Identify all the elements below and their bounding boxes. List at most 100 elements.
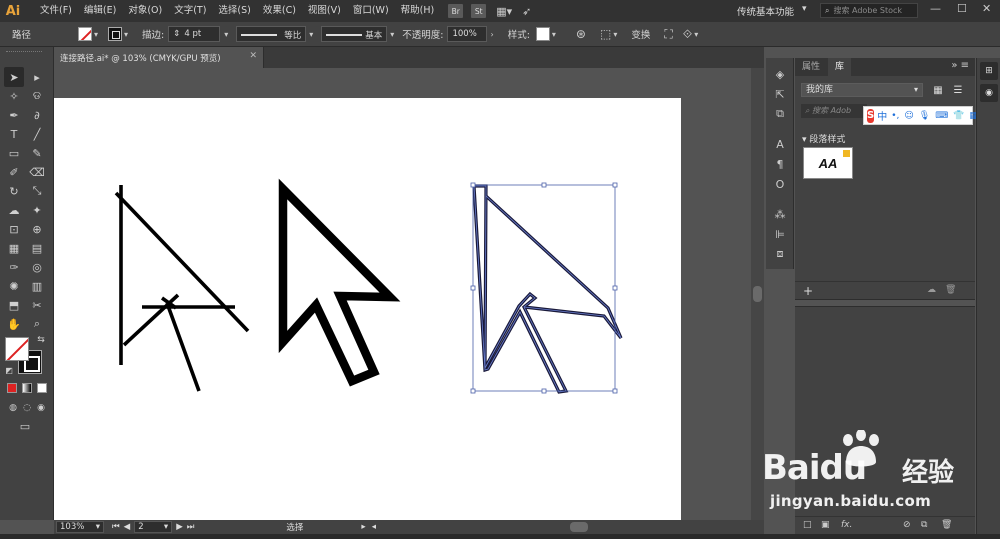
library-select[interactable]: 我的库 ▾ xyxy=(801,83,923,97)
grid-view-icon[interactable]: ▦ xyxy=(931,83,945,97)
ime-mode[interactable]: 中 xyxy=(877,108,887,123)
close-tab-icon[interactable]: ✕ xyxy=(249,51,257,61)
type-tool-icon[interactable]: T xyxy=(4,124,24,144)
opacity-label[interactable]: 不透明度: xyxy=(402,27,443,41)
workspace-switcher[interactable]: 传统基本功能 xyxy=(737,4,794,18)
chevron-down-icon[interactable]: ▾ xyxy=(224,30,228,39)
magic-wand-icon[interactable]: ✧ xyxy=(4,86,24,106)
gradient-tool-icon[interactable]: ▤ xyxy=(27,238,47,258)
brush-definition[interactable]: 基本 xyxy=(321,26,388,42)
zoom-tool-icon[interactable]: ⌕ xyxy=(27,314,47,334)
line-tool-icon[interactable]: ╱ xyxy=(27,124,47,144)
menu-view[interactable]: 视图(V) xyxy=(302,0,347,22)
warp-tool-icon[interactable]: ☁ xyxy=(4,200,24,220)
loose-path-group[interactable] xyxy=(114,185,250,392)
bbox-handle[interactable] xyxy=(541,182,547,188)
lasso-icon[interactable]: ଡ xyxy=(27,86,47,106)
transform-button[interactable]: 变换 xyxy=(631,27,650,41)
fx-icon[interactable]: fx. xyxy=(841,520,852,530)
eyedropper-icon[interactable]: ✑ xyxy=(4,257,24,277)
bbox-handle[interactable] xyxy=(470,182,476,188)
perspective-grid-icon[interactable]: ▦ xyxy=(4,238,24,258)
pathfinder-icon[interactable]: ⧈ xyxy=(770,244,790,264)
scale-tool-icon[interactable]: ⤡ xyxy=(27,181,47,201)
artboard-tool-icon[interactable]: ⬒ xyxy=(4,295,24,315)
chevron-right-icon[interactable]: ▸ xyxy=(361,522,365,532)
last-page-icon[interactable]: ⏭ xyxy=(187,522,195,532)
bbox-handle[interactable] xyxy=(612,285,618,291)
chevron-down-icon[interactable]: ▾ xyxy=(694,30,698,39)
arrange-documents-icon[interactable]: ▦▾ xyxy=(496,5,512,18)
tab-libraries[interactable]: 库 xyxy=(828,58,852,76)
add-fill-icon[interactable]: ▣ xyxy=(821,520,830,530)
puppet-warp-icon[interactable]: ✦ xyxy=(27,200,47,220)
skin-icon[interactable]: 👕 xyxy=(953,111,964,121)
shape-builder-icon[interactable]: ⊕ xyxy=(27,219,47,239)
canvas-area[interactable] xyxy=(54,68,764,520)
hand-tool-icon[interactable]: ✋ xyxy=(4,314,24,334)
symbol-sprayer-icon[interactable]: ✺ xyxy=(4,276,24,296)
opentype-icon[interactable]: O xyxy=(770,174,790,194)
artwork[interactable] xyxy=(54,68,764,520)
selected-outline-path[interactable] xyxy=(472,184,623,394)
cursor-shape-joined[interactable] xyxy=(278,178,401,387)
layers-icon[interactable]: ◈ xyxy=(770,64,790,84)
trash-icon[interactable]: 🗑 xyxy=(941,520,952,530)
horizontal-scrollbar-thumb[interactable] xyxy=(570,522,588,532)
selection-tool-icon[interactable]: ➤ xyxy=(4,67,24,87)
draw-inside-icon[interactable]: ◉ xyxy=(31,398,51,418)
chevron-down-icon[interactable]: ▾ xyxy=(124,30,128,39)
paragraph-style-thumbnail[interactable]: AA xyxy=(803,147,853,179)
clear-appearance-icon[interactable]: ⊘ xyxy=(903,520,911,530)
chevron-down-icon[interactable]: ▾ xyxy=(390,30,394,39)
isolate-icon[interactable]: ⛶ xyxy=(664,27,672,42)
bbox-handle[interactable] xyxy=(612,182,618,188)
recolor-artwork-icon[interactable]: ⊛ xyxy=(576,27,586,41)
chevron-left-icon[interactable]: ◂ xyxy=(372,522,376,532)
stroke-weight-field[interactable]: ⇕ 4 pt xyxy=(168,26,221,42)
eraser-icon[interactable]: ⌫ xyxy=(27,162,47,182)
fill-color-box[interactable] xyxy=(5,337,29,361)
add-content-icon[interactable]: + xyxy=(803,284,813,298)
path-segment[interactable] xyxy=(165,302,201,392)
add-stroke-icon[interactable]: □ xyxy=(803,520,812,530)
menu-object[interactable]: 对象(O) xyxy=(122,0,168,22)
emoji-icon[interactable]: ☺ xyxy=(904,111,913,121)
bbox-handle[interactable] xyxy=(541,388,547,394)
maximize-icon[interactable]: ☐ xyxy=(957,2,967,15)
menu-type[interactable]: 文字(T) xyxy=(168,0,212,22)
fill-color-swatch[interactable] xyxy=(78,27,92,41)
next-page-icon[interactable]: ▶ xyxy=(176,522,183,532)
document-tab[interactable]: 连接路径.ai* @ 103% (CMYK/GPU 预览) ✕ xyxy=(54,47,264,68)
duplicate-item-icon[interactable]: ⧉ xyxy=(921,520,927,530)
prev-page-icon[interactable]: ◀ xyxy=(124,522,131,532)
none-mode-icon[interactable] xyxy=(37,383,47,393)
chevron-down-icon[interactable]: ▾ xyxy=(552,30,556,39)
pen-tool-icon[interactable]: ✒ xyxy=(4,105,24,125)
free-transform-icon[interactable]: ⊡ xyxy=(4,219,24,239)
variable-width-profile[interactable]: 等比 xyxy=(236,26,307,42)
rotate-tool-icon[interactable]: ↻ xyxy=(4,181,24,201)
gradient-mode-icon[interactable] xyxy=(22,383,32,393)
graphic-style-swatch[interactable] xyxy=(535,27,550,41)
path-segment[interactable] xyxy=(114,191,250,333)
paintbrush-icon[interactable]: ✎ xyxy=(27,143,47,163)
default-colors-icon[interactable]: ◩ xyxy=(2,363,16,377)
curvature-tool-icon[interactable]: ∂ xyxy=(27,105,47,125)
page-field[interactable]: 2 ▾ xyxy=(134,521,173,533)
chevron-down-icon[interactable]: ▾ xyxy=(309,30,313,39)
panel-menu-icon[interactable]: » ≡ xyxy=(951,60,969,71)
align-icon[interactable]: ⬚ xyxy=(600,27,611,41)
scrollbar-thumb[interactable] xyxy=(753,286,762,302)
libraries-icon[interactable]: ⊞ xyxy=(980,62,998,80)
artboards-icon[interactable]: ⧉ xyxy=(770,104,790,124)
arrange-icon[interactable]: ⟐ xyxy=(683,27,692,42)
rectangle-tool-icon[interactable]: ▭ xyxy=(4,143,24,163)
library-search-input[interactable]: ⌕ 搜索 Adob xyxy=(801,104,867,118)
chevron-down-icon[interactable]: ▾ xyxy=(802,4,807,14)
direct-selection-tool-icon[interactable]: ▸ xyxy=(27,67,47,87)
minimize-icon[interactable]: — xyxy=(930,2,941,15)
stroke-color-swatch[interactable] xyxy=(108,27,123,41)
list-view-icon[interactable]: ☰ xyxy=(951,83,965,97)
graph-tool-icon[interactable]: ▥ xyxy=(27,276,47,296)
